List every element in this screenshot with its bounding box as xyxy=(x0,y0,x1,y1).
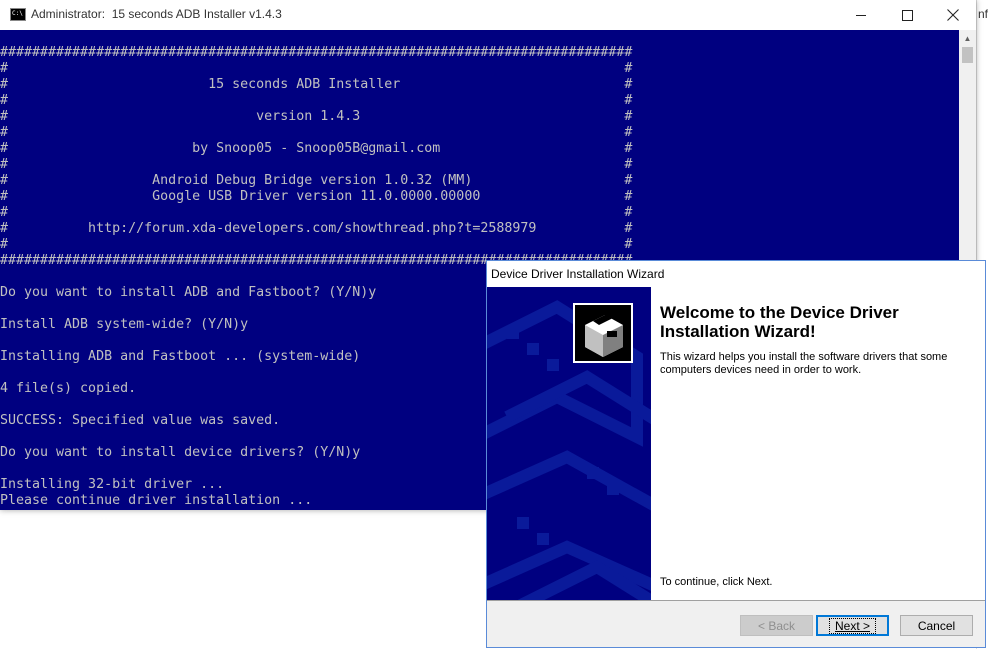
wizard-titlebar[interactable]: Device Driver Installation Wizard xyxy=(487,261,985,287)
scroll-up-arrow-icon[interactable]: ▲ xyxy=(959,30,976,46)
driver-installation-wizard: Device Driver Installation Wizard Welcom… xyxy=(486,260,986,648)
background-window-text: nfo xyxy=(978,7,988,21)
next-button-label: Next > xyxy=(828,617,876,634)
back-button-label: < Back xyxy=(757,618,796,633)
device-install-icon xyxy=(585,313,623,357)
maximize-icon xyxy=(901,9,913,21)
wizard-description: This wizard helps you install the softwa… xyxy=(660,351,948,376)
console-titlebar[interactable]: C:\ Administrator: 15 seconds ADB Instal… xyxy=(0,0,976,30)
close-button[interactable] xyxy=(930,0,976,30)
minimize-icon xyxy=(855,14,866,16)
wizard-title: Device Driver Installation Wizard xyxy=(491,267,665,281)
close-icon xyxy=(947,9,959,21)
maximize-button[interactable] xyxy=(884,0,930,30)
wizard-continue-text: To continue, click Next. xyxy=(660,576,773,588)
console-app-icon: C:\ xyxy=(10,8,26,21)
cancel-button-label: Cancel xyxy=(917,618,956,633)
scrollbar-thumb[interactable] xyxy=(962,47,973,63)
console-window-title: Administrator: 15 seconds ADB Installer … xyxy=(31,7,282,21)
next-button[interactable]: Next > xyxy=(816,615,889,636)
wizard-sidebar-banner xyxy=(487,287,651,600)
wizard-content-panel: Welcome to the Device Driver Installatio… xyxy=(651,287,985,600)
hardware-device-icon xyxy=(573,303,633,363)
wizard-divider xyxy=(487,600,985,601)
minimize-button[interactable] xyxy=(838,0,884,30)
wizard-heading: Welcome to the Device Driver Installatio… xyxy=(660,303,899,341)
cancel-button[interactable]: Cancel xyxy=(900,615,973,636)
back-button[interactable]: < Back xyxy=(740,615,813,636)
